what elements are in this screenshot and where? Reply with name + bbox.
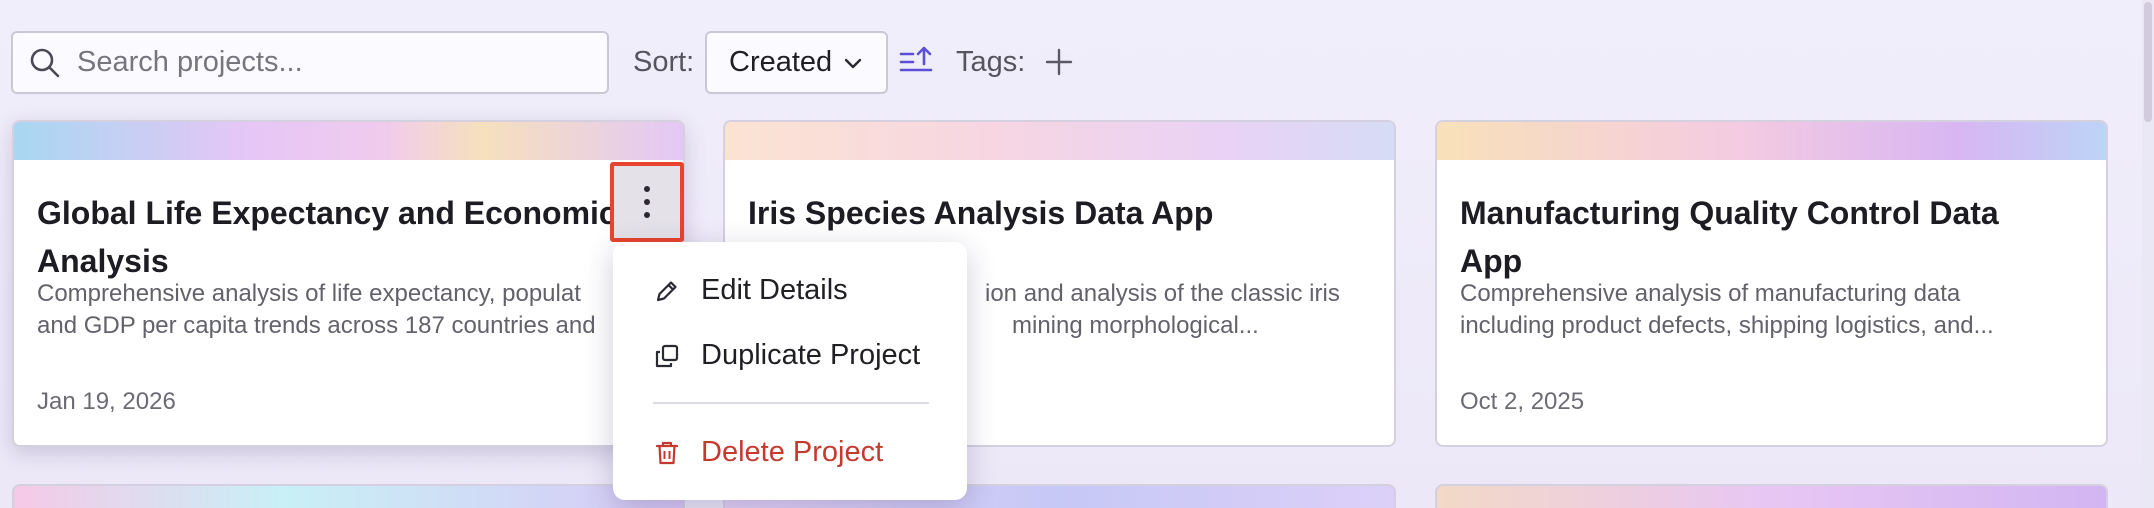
project-card[interactable]: Manufacturing Quality Control Data App C…	[1435, 120, 2108, 447]
project-title: Iris Species Analysis Data App	[748, 195, 1214, 231]
card-banner	[1437, 122, 2106, 160]
project-description: Comprehensive analysis of manufacturing …	[1460, 278, 2060, 342]
project-date: Jan 19, 2026	[37, 388, 176, 415]
description-line: ion and analysis of the classic iris	[985, 280, 1340, 307]
scrollbar-thumb[interactable]	[2144, 2, 2152, 122]
tags-label: Tags:	[956, 46, 1026, 78]
pencil-icon	[656, 280, 677, 301]
trash-icon	[655, 441, 679, 464]
sort-label: Sort:	[633, 46, 695, 78]
sort-ascending-icon[interactable]	[899, 45, 933, 79]
sort-select[interactable]: Created	[705, 31, 888, 94]
search-input[interactable]	[77, 46, 597, 79]
project-card[interactable]: Global Life Expectancy and Economic Anal…	[12, 120, 685, 447]
project-title: Manufacturing Quality Control Data App	[1460, 195, 1999, 279]
project-description: Comprehensive analysis of life expectanc…	[37, 278, 637, 342]
menu-item-delete-project[interactable]: Delete Project	[653, 436, 883, 469]
more-options-button[interactable]	[610, 162, 684, 242]
menu-divider	[653, 402, 929, 404]
menu-item-label: Edit Details	[701, 274, 848, 306]
project-context-menu: Edit Details Duplicate Project Delete Pr…	[613, 242, 967, 500]
menu-item-label: Delete Project	[701, 436, 884, 468]
sort-value: Created	[729, 46, 833, 78]
description-line: Comprehensive analysis of manufacturing …	[1460, 280, 1961, 307]
description-line: Comprehensive analysis of life expectanc…	[37, 280, 581, 307]
project-card[interactable]	[1435, 484, 2108, 508]
scrollbar[interactable]	[2142, 0, 2154, 508]
menu-item-edit-details[interactable]: Edit Details	[653, 274, 848, 307]
card-banner	[725, 122, 1394, 160]
plus-icon[interactable]	[1044, 47, 1074, 77]
description-line: including product defects, shipping logi…	[1460, 312, 1994, 339]
search-field[interactable]	[11, 31, 609, 94]
description-line: mining morphological...	[1012, 312, 1259, 339]
search-icon	[30, 48, 60, 77]
chevron-down-icon	[844, 58, 862, 68]
more-vertical-icon	[644, 186, 650, 218]
menu-item-duplicate-project[interactable]: Duplicate Project	[653, 339, 920, 372]
card-banner	[14, 122, 683, 160]
project-description: ion and analysis of the classic iris min…	[975, 278, 1394, 342]
menu-item-label: Duplicate Project	[701, 339, 921, 371]
project-card[interactable]	[12, 484, 685, 508]
description-line: and GDP per capita trends across 187 cou…	[37, 312, 596, 339]
project-date: Oct 2, 2025	[1460, 388, 1585, 415]
copy-icon	[655, 344, 679, 367]
project-title: Global Life Expectancy and Economic Anal…	[37, 195, 617, 279]
